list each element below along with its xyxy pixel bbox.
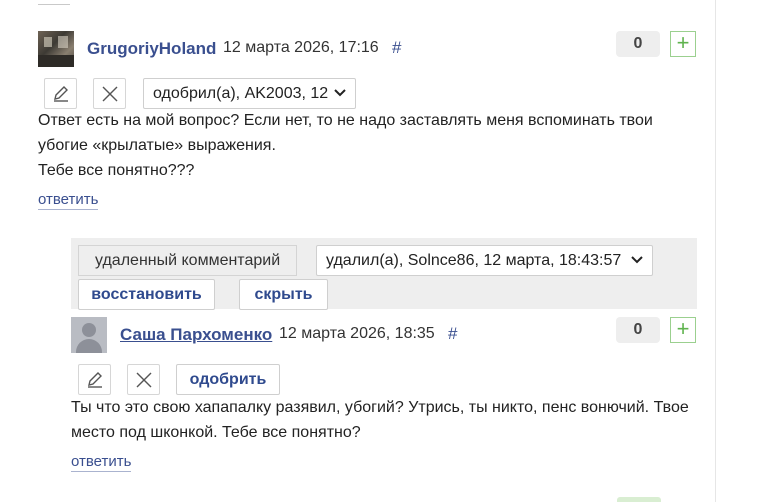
deletion-status-value: удалил(а), Solnce86, 12 марта, 18:43:57 bbox=[326, 252, 622, 269]
comment-text-line: убогие «крылатые» выражения. bbox=[38, 137, 276, 154]
deletion-status-select[interactable]: удалил(а), Solnce86, 12 марта, 18:43:57 bbox=[316, 245, 653, 276]
content-right-divider bbox=[715, 0, 716, 502]
delete-button[interactable] bbox=[127, 364, 160, 395]
vote-count: 0 bbox=[616, 31, 660, 57]
comment-author[interactable]: Саша Пархоменко bbox=[120, 325, 272, 345]
reply-link[interactable]: ответить bbox=[71, 453, 132, 472]
comment-permalink[interactable]: # bbox=[448, 324, 457, 344]
comment-text-line: Ты что это свою хапапалку разявил, убоги… bbox=[71, 399, 689, 416]
comment-date: 12 марта 2026, 17:16 bbox=[223, 39, 379, 56]
comment-date: 12 марта 2026, 18:35 bbox=[279, 325, 435, 342]
restore-button[interactable]: восстановить bbox=[78, 279, 215, 310]
edit-button[interactable] bbox=[44, 78, 77, 109]
comment-author[interactable]: GrugoriyHoland bbox=[87, 39, 216, 59]
previous-comment-reply-underline bbox=[38, 0, 70, 5]
moderation-status-value: одобрил(а), AK2003, 12 bbox=[153, 85, 329, 102]
deleted-comment-tag: удаленный комментарий bbox=[78, 245, 298, 276]
pencil-icon bbox=[54, 86, 68, 102]
close-icon bbox=[136, 372, 152, 388]
comment-text-line: Ответ есть на мой вопрос? Если нет, то н… bbox=[38, 112, 653, 129]
comment-text: Ответ есть на мой вопрос? Если нет, то н… bbox=[38, 108, 653, 183]
comment-permalink[interactable]: # bbox=[392, 38, 401, 58]
approve-button[interactable]: одобрить bbox=[176, 364, 280, 395]
pencil-icon bbox=[88, 372, 102, 388]
reply-link[interactable]: ответить bbox=[38, 191, 99, 210]
vote-count: 0 bbox=[616, 317, 660, 343]
comment-text-line: Тебе все понятно??? bbox=[38, 162, 195, 179]
comment-text: Ты что это свою хапапалку разявил, убоги… bbox=[71, 395, 689, 445]
edit-button[interactable] bbox=[78, 364, 111, 395]
chevron-down-icon bbox=[631, 256, 643, 264]
next-comment-vote-edge bbox=[617, 497, 661, 502]
avatar[interactable] bbox=[71, 317, 107, 353]
hide-button[interactable]: скрыть bbox=[239, 279, 328, 310]
close-icon bbox=[102, 86, 118, 102]
upvote-button[interactable]: + bbox=[670, 31, 696, 57]
avatar[interactable] bbox=[38, 31, 74, 67]
delete-button[interactable] bbox=[93, 78, 126, 109]
comment-text-line: место под шконкой. Тебе все понятно? bbox=[71, 424, 361, 441]
moderation-status-select[interactable]: одобрил(а), AK2003, 12 bbox=[143, 78, 356, 109]
chevron-down-icon bbox=[334, 89, 346, 97]
upvote-button[interactable]: + bbox=[670, 317, 696, 343]
